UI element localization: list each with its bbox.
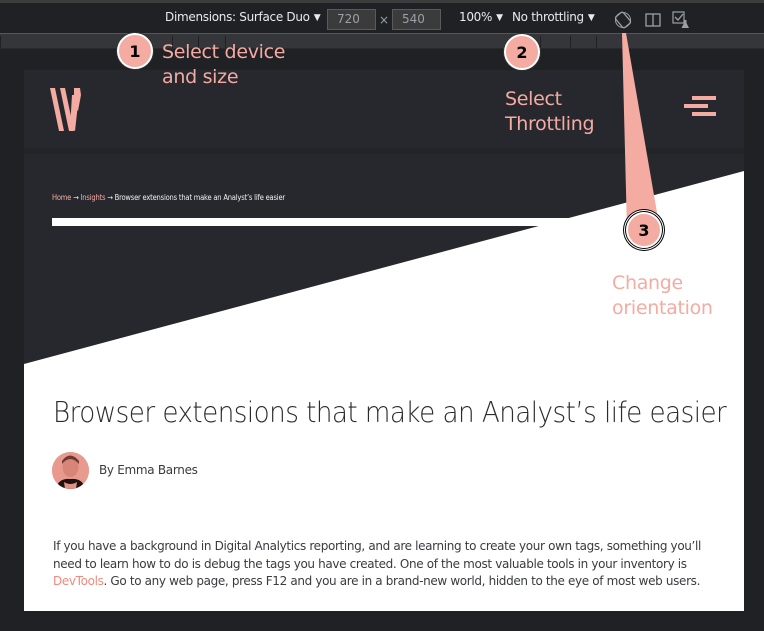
breadcrumb-separator: →	[73, 193, 79, 202]
width-input[interactable]: 720	[327, 9, 376, 30]
ruler-segment[interactable]	[0, 36, 2, 48]
ruler-segment[interactable]	[596, 36, 597, 48]
zoom-dropdown[interactable]: 100% ▼	[459, 10, 503, 24]
annotation-line: Change	[612, 272, 683, 294]
breadcrumb: Home → Insights → Browser extensions tha…	[52, 193, 285, 202]
devtools-device-emulation: Dimensions: Surface Duo ▼ 720 × 540 100% ▼…	[0, 0, 764, 631]
zoom-label: 100%	[459, 10, 493, 24]
hero-background	[24, 154, 744, 364]
annotation-badge-3: 3	[626, 212, 662, 248]
annotation-text-2: Select Throttling	[505, 87, 595, 137]
body-text-end: . Go to any web page, press F12 and you …	[103, 574, 701, 588]
hero-divider-bar	[52, 218, 572, 226]
throttling-label: No throttling	[512, 10, 584, 24]
breadcrumb-separator: →	[107, 193, 113, 202]
annotation-line: Select device	[162, 41, 286, 63]
annotation-line: and size	[162, 66, 239, 88]
ruler-segment[interactable]	[540, 36, 541, 48]
annotation-text-1: Select device and size	[162, 40, 285, 90]
dimensions-label: Dimensions: Surface Duo	[165, 10, 310, 24]
annotation-line: Throttling	[505, 113, 595, 135]
emulated-viewport[interactable]: Home → Insights → Browser extensions tha…	[24, 70, 744, 611]
ruler-segment[interactable]	[570, 36, 571, 48]
annotation-line: orientation	[612, 297, 713, 319]
rotate-icon[interactable]	[614, 11, 632, 29]
site-header	[24, 70, 744, 148]
chevron-down-icon: ▼	[587, 13, 595, 23]
breadcrumb-home[interactable]: Home	[52, 193, 71, 202]
media-query-ruler[interactable]	[0, 33, 764, 49]
article-body: If you have a background in Digital Anal…	[53, 538, 733, 591]
breadcrumb-insights[interactable]: Insights	[81, 193, 106, 202]
body-text-start: If you have a background in Digital Anal…	[53, 539, 701, 571]
annotation-line: Select	[505, 88, 562, 110]
hamburger-menu-icon[interactable]	[684, 96, 718, 118]
chevron-down-icon: ▼	[496, 13, 503, 23]
times-sign: ×	[379, 13, 390, 27]
dimensions-dropdown[interactable]: Dimensions: Surface Duo ▼	[165, 10, 321, 24]
chevron-down-icon: ▼	[313, 13, 321, 23]
devtools-link[interactable]: DevTools	[53, 574, 104, 588]
author-name[interactable]: By Emma Barnes	[99, 463, 198, 477]
throttling-dropdown[interactable]: No throttling ▼	[512, 10, 595, 24]
experimental-features-icon[interactable]	[672, 11, 690, 29]
site-logo[interactable]	[50, 85, 86, 135]
annotation-text-3: Change orientation	[612, 271, 713, 321]
annotation-badge-2: 2	[504, 34, 540, 70]
author-avatar[interactable]	[52, 452, 89, 489]
device-toolbar: Dimensions: Surface Duo ▼ 720 × 540 100% ▼…	[0, 0, 764, 33]
annotation-badge-1: 1	[117, 33, 153, 69]
height-input[interactable]: 540	[392, 9, 441, 30]
article-title: Browser extensions that make an Analyst’…	[53, 396, 727, 429]
breadcrumb-current: Browser extensions that make an Analyst’…	[114, 193, 286, 202]
dual-screen-icon[interactable]	[644, 11, 662, 29]
